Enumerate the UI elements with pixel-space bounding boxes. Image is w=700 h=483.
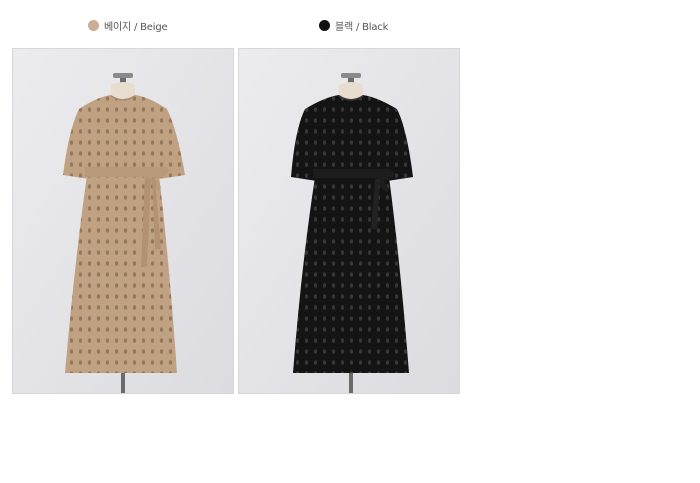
- black-swatch-dot: [319, 20, 330, 31]
- color-option-black: 블랙 / Black: [319, 18, 388, 33]
- beige-swatch-dot: [88, 20, 99, 31]
- black-dress-image: [239, 49, 459, 393]
- black-dress-photo: [238, 48, 460, 394]
- beige-dress-image: [13, 49, 233, 393]
- beige-option-label: 베이지 / Beige: [104, 22, 168, 33]
- black-option-label: 블랙 / Black: [335, 22, 389, 33]
- color-option-beige: 베이지 / Beige: [88, 18, 168, 33]
- beige-dress-photo: [12, 48, 234, 394]
